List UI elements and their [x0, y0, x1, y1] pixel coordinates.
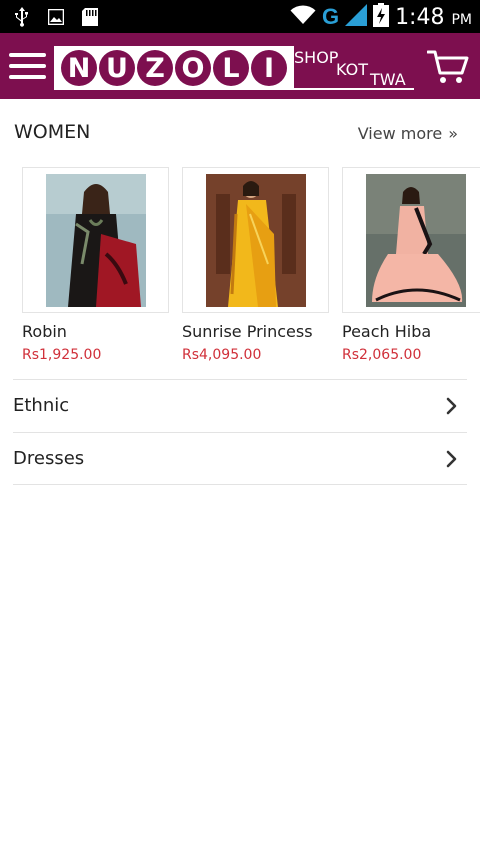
product-carousel[interactable]: Robin Rs1,925.00 Sunrise Princess Rs4,09…	[22, 167, 480, 377]
logo-letter: N	[61, 50, 97, 86]
status-bar: G 1:48 PM	[0, 0, 480, 33]
clock-suffix: PM	[451, 11, 472, 28]
chevron-right-icon	[446, 397, 457, 415]
logo-tagline-word: KOT	[336, 60, 368, 79]
divider	[13, 484, 467, 485]
product-image-frame	[342, 167, 480, 313]
usb-icon	[14, 7, 30, 31]
product-price: Rs4,095.00	[182, 347, 262, 363]
clock-time: 1:48	[395, 4, 445, 30]
cart-button[interactable]	[426, 49, 469, 85]
product-name: Peach Hiba	[342, 322, 432, 341]
logo-letter: U	[99, 50, 135, 86]
product-image-frame	[182, 167, 329, 313]
battery-charging-icon	[373, 3, 390, 31]
view-more-label: View more	[357, 124, 443, 143]
product-card-peach-hiba[interactable]: Peach Hiba Rs2,065.00	[342, 167, 480, 367]
divider	[13, 379, 467, 380]
product-price: Rs1,925.00	[22, 347, 102, 363]
product-image	[46, 174, 146, 307]
category-row-ethnic[interactable]: Ethnic	[13, 381, 467, 433]
logo-underline	[54, 88, 414, 90]
menu-button[interactable]	[9, 53, 46, 80]
logo-letter: Z	[137, 50, 173, 86]
logo-letters: N U Z O L I	[54, 46, 294, 90]
logo-letter: I	[251, 50, 287, 86]
product-image	[206, 174, 306, 307]
product-image	[366, 174, 466, 307]
status-notification-icons	[14, 7, 98, 31]
view-more-link[interactable]: View more »	[358, 124, 458, 143]
product-price: Rs2,065.00	[342, 347, 422, 363]
app-bar: N U Z O L I SHOP KOT TWA	[0, 33, 480, 99]
category-row-dresses[interactable]: Dresses	[13, 434, 467, 486]
brand-logo[interactable]: N U Z O L I SHOP KOT TWA	[54, 46, 414, 90]
product-card-sunrise-princess[interactable]: Sunrise Princess Rs4,095.00	[182, 167, 329, 367]
logo-letter: L	[213, 50, 249, 86]
section-title: WOMEN	[14, 121, 91, 143]
logo-tagline-word: SHOP	[294, 48, 339, 67]
product-name: Sunrise Princess	[182, 322, 313, 341]
status-system-icons: G 1:48 PM	[290, 3, 472, 31]
women-section-header: WOMEN View more »	[14, 118, 466, 148]
logo-letter: O	[175, 50, 211, 86]
sd-card-icon	[82, 8, 98, 30]
signal-icon	[345, 4, 368, 30]
category-label: Dresses	[13, 448, 85, 469]
double-chevron-right-icon: »	[448, 124, 458, 143]
clock: 1:48 PM	[395, 5, 472, 30]
category-label: Ethnic	[13, 395, 70, 416]
logo-tagline: SHOP KOT TWA	[294, 46, 414, 90]
product-card-robin[interactable]: Robin Rs1,925.00	[22, 167, 169, 367]
product-image-frame	[22, 167, 169, 313]
menu-icon	[9, 53, 46, 79]
image-icon	[47, 8, 65, 29]
network-type-label: G	[321, 4, 340, 29]
cart-icon	[426, 50, 469, 83]
logo-tagline-word: TWA	[370, 70, 406, 89]
divider	[13, 432, 467, 433]
wifi-icon	[290, 5, 316, 29]
chevron-right-icon	[446, 450, 457, 468]
product-name: Robin	[22, 322, 67, 341]
